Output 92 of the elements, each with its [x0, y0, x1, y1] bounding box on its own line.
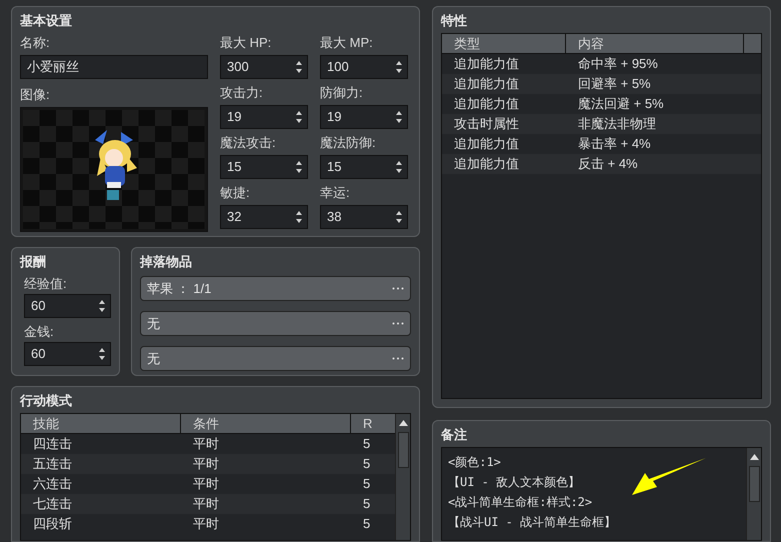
drop-item-button[interactable]: 无 — [140, 346, 411, 371]
table-row[interactable]: 追加能力值 回避率 + 5% — [442, 74, 761, 94]
table-cell-text: 反击 + 4% — [577, 155, 638, 174]
table-cell-text: 平时 — [192, 435, 220, 454]
table-cell-text: 5 — [362, 515, 372, 534]
table-cell-text: 追加能力值 — [453, 75, 520, 94]
number-spinner[interactable]: 32 — [220, 205, 308, 229]
note-line: <战斗简单生命框:样式:2> — [448, 494, 592, 511]
spinner-arrows-icon — [98, 299, 106, 313]
table-cell-text: 攻击时属性 — [453, 115, 520, 134]
column-header[interactable]: 内容 — [566, 34, 744, 53]
field-label: 魔法攻击: — [220, 134, 276, 152]
number-spinner[interactable]: 38 — [320, 205, 408, 229]
number-spinner[interactable]: 300 — [220, 55, 308, 79]
field-label: 图像: — [20, 86, 50, 104]
table-cell-text: 追加能力值 — [453, 155, 520, 174]
table-cell-text: 回避率 + 5% — [577, 75, 651, 94]
field-label: 攻击力: — [220, 84, 263, 102]
table-cell-text: 5 — [362, 435, 372, 454]
table-cell-text: 追加能力值 — [453, 55, 520, 74]
note-line: 【UI - 敌人文本颜色】 — [448, 474, 580, 491]
field-label: 防御力: — [320, 84, 363, 102]
table-cell-text: 追加能力值 — [453, 95, 520, 114]
field-label: 经验值: — [24, 275, 67, 293]
scroll-thumb[interactable] — [398, 432, 408, 468]
more-icon — [392, 357, 404, 360]
drop-item-button[interactable]: 苹果 ： 1/1 — [140, 276, 411, 301]
table-cell-text: 七连击 — [32, 495, 73, 514]
number-spinner[interactable]: 60 — [24, 294, 111, 318]
table-cell-text: 五连击 — [32, 455, 73, 474]
name-field[interactable]: 小爱丽丝 — [20, 55, 208, 79]
table-row[interactable]: 七连击 平时 5 — [21, 494, 395, 514]
spinner-arrows-icon — [395, 110, 403, 124]
number-spinner[interactable]: 60 — [24, 342, 111, 366]
scrollbar[interactable] — [395, 414, 410, 540]
spinner-arrows-icon — [295, 210, 303, 224]
number-spinner[interactable]: 19 — [320, 105, 408, 129]
scroll-up-icon — [398, 420, 408, 426]
panel-title: 掉落物品 — [140, 253, 192, 271]
table-cell-text: 平时 — [192, 495, 220, 514]
table-row[interactable]: 五连击 平时 5 — [21, 454, 395, 474]
spinner-arrows-icon — [98, 347, 106, 361]
number-spinner[interactable]: 100 — [320, 55, 408, 79]
number-spinner[interactable]: 15 — [220, 155, 308, 179]
table-cell-text: 四段斩 — [32, 515, 73, 534]
panel-title: 特性 — [441, 12, 467, 30]
more-icon — [392, 287, 404, 290]
panel-title: 备注 — [441, 426, 467, 444]
spinner-arrows-icon — [395, 210, 403, 224]
spinner-arrows-icon — [295, 110, 303, 124]
column-header[interactable]: R — [351, 414, 395, 433]
table-cell-text: 5 — [362, 495, 372, 514]
table-cell-text: 四连击 — [32, 435, 73, 454]
column-header[interactable]: 类型 — [442, 34, 566, 53]
panel-title: 基本设置 — [20, 12, 72, 30]
table-cell-text: 平时 — [192, 455, 220, 474]
note-line: <颜色:1> — [448, 454, 501, 471]
field-label: 敏捷: — [220, 184, 250, 202]
table-cell-text: 非魔法非物理 — [577, 115, 656, 134]
number-spinner[interactable]: 15 — [320, 155, 408, 179]
column-header[interactable]: 技能 — [21, 414, 181, 433]
spinner-arrows-icon — [395, 160, 403, 174]
scrollbar[interactable] — [746, 448, 761, 540]
field-label: 幸运: — [320, 184, 350, 202]
spinner-arrows-icon — [395, 60, 403, 74]
number-spinner[interactable]: 19 — [220, 105, 308, 129]
spinner-arrows-icon — [295, 160, 303, 174]
scroll-thumb[interactable] — [748, 466, 760, 502]
table-cell-text: 追加能力值 — [453, 135, 520, 154]
note-line: 【战斗UI - 战斗简单生命框】 — [448, 514, 616, 531]
panel-title: 报酬 — [20, 253, 46, 271]
field-label: 最大 HP: — [220, 34, 272, 52]
column-header[interactable]: 条件 — [181, 414, 351, 433]
table-cell-text: 魔法回避 + 5% — [577, 95, 664, 114]
table-cell-text: 平时 — [192, 515, 220, 534]
more-icon — [392, 322, 404, 325]
table-cell-text: 暴击率 + 4% — [577, 135, 651, 154]
spinner-arrows-icon — [295, 60, 303, 74]
table-cell-text: 六连击 — [32, 475, 73, 494]
panel-title: 行动模式 — [20, 392, 72, 410]
field-label: 魔法防御: — [320, 134, 376, 152]
table-cell-text: 5 — [362, 455, 372, 474]
table-cell-text: 5 — [362, 475, 372, 494]
field-label: 金钱: — [24, 323, 54, 341]
table-cell-text: 命中率 + 95% — [577, 55, 658, 74]
drop-item-button[interactable]: 无 — [140, 311, 411, 336]
table-row[interactable]: 攻击时属性 非魔法非物理 — [442, 114, 761, 134]
table-row[interactable]: 追加能力值 反击 + 4% — [442, 154, 761, 174]
table-cell-text: 平时 — [192, 475, 220, 494]
field-label: 最大 MP: — [320, 34, 373, 52]
field-label: 名称: — [20, 34, 50, 52]
scroll-up-icon — [750, 454, 758, 460]
